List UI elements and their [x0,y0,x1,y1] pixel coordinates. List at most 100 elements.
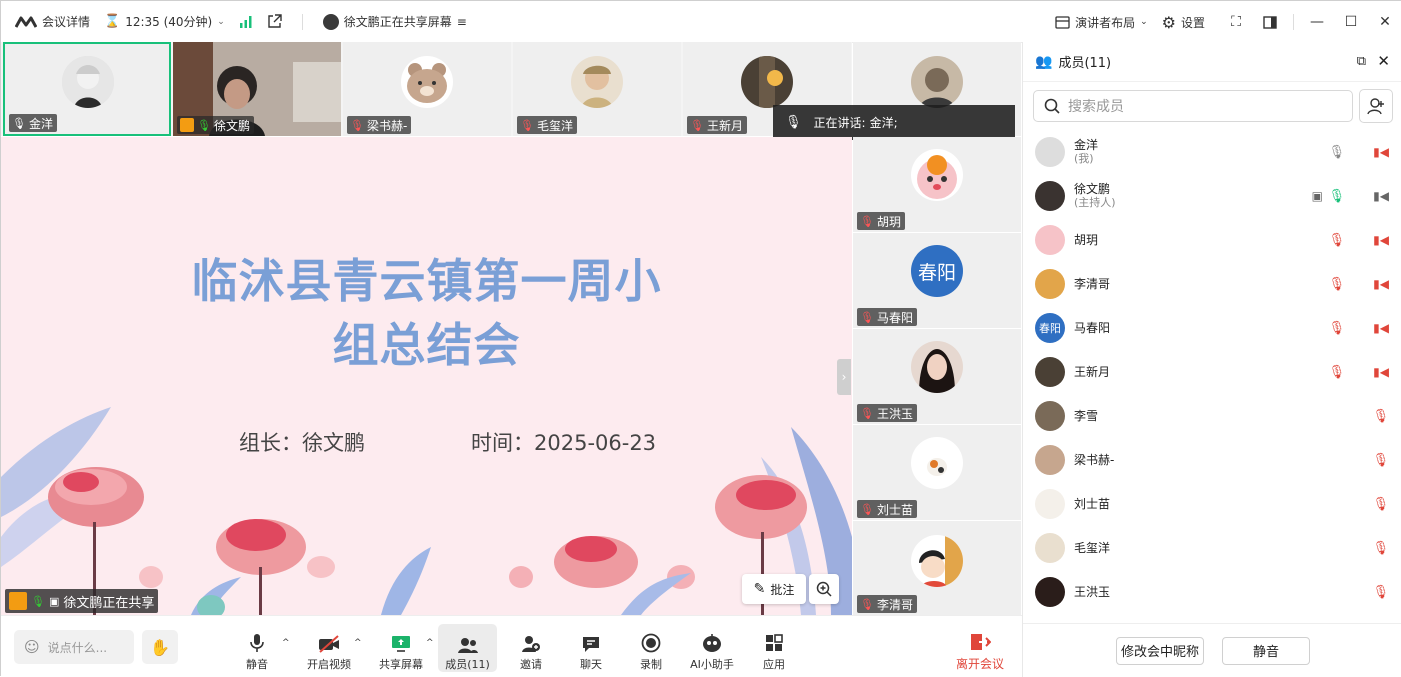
mic-off-icon[interactable]: 🎙 [1372,453,1389,468]
camera-off-icon[interactable]: ▮◀ [1373,145,1389,159]
member-row[interactable]: 刘士苗 🎙 [1023,482,1401,526]
maximize-button[interactable]: ☐ [1334,9,1368,35]
mute-all-button[interactable]: 静音 [1222,636,1310,665]
close-button[interactable]: ✕ [1368,9,1401,35]
participant-tile[interactable]: 🎙 徐文鹏 [173,42,341,136]
mic-off-icon[interactable]: 🎙 [1328,233,1345,248]
participant-name-tag: 🎙 徐文鹏 [177,116,254,134]
camera-off-icon[interactable]: ▮◀ [1373,321,1389,335]
member-avatar [1035,269,1065,299]
layout-button[interactable]: 演讲者布局 ⌄ [1055,14,1148,31]
quick-chat-input[interactable]: ☺ 说点什么... [14,630,134,664]
ai-assistant-icon [703,634,721,652]
participant-tile[interactable]: 🎙 刘士苗 [853,425,1021,520]
member-row[interactable]: 王新月 🎙 ▮◀ [1023,350,1401,394]
ai-assistant-button[interactable]: AI小助手 [687,624,737,672]
apps-button[interactable]: 应用 [756,624,792,672]
avatar-text: 春阳 [917,261,956,284]
member-search-input[interactable]: 搜索成员 [1033,90,1353,122]
mic-off-icon[interactable]: 🎙 [1372,409,1389,424]
fullscreen-button[interactable]: ⛶ [1219,9,1253,35]
member-avatar: 春阳 [1035,313,1065,343]
external-link-icon[interactable] [267,14,282,29]
member-row[interactable]: 王洪玉 🎙 [1023,570,1401,614]
tencent-meeting-logo-icon [15,16,37,28]
mic-on-icon: 🎙 [31,594,45,608]
close-icon[interactable]: ✕ [1377,52,1390,70]
rename-label: 修改会中昵称 [1120,645,1199,660]
video-button[interactable]: 开启视频 [305,624,353,672]
chevron-up-icon[interactable]: ^ [354,638,362,648]
chevron-up-icon[interactable]: ^ [426,638,434,648]
invite-member-button[interactable] [1359,89,1393,123]
camera-on-icon[interactable]: ▮◀ [1373,189,1389,203]
member-row[interactable]: 毛玺洋 🎙 [1023,526,1401,570]
participant-tile[interactable]: 春阳 🎙 马春阳 [853,233,1021,328]
maximize-icon: ☐ [1344,14,1358,30]
mic-off-icon[interactable]: 🎙 [1372,497,1389,512]
mic-off-icon[interactable]: 🎙 [1328,321,1345,336]
mic-on-icon[interactable]: 🎙 [1328,189,1345,204]
member-row[interactable]: 梁书赫- 🎙 [1023,438,1401,482]
zoom-button[interactable] [809,574,839,604]
minimize-button[interactable]: — [1300,9,1334,35]
chevron-up-icon[interactable]: ^ [282,638,290,648]
participant-tile[interactable]: 🎙 梁书赫- [343,42,511,136]
sidebar-toggle-button[interactable] [1253,9,1287,35]
member-name: 刘士苗 [1074,497,1111,511]
popout-icon[interactable]: ⧉ [1357,54,1366,69]
chat-button[interactable]: 聊天 [573,624,609,672]
member-name: 王洪玉 [1074,585,1111,599]
member-row[interactable]: 徐文鹏 (主持人) 🎙 ▮◀ ▣ [1023,174,1401,218]
member-row[interactable]: 李清哥 🎙 ▮◀ [1023,262,1401,306]
member-row[interactable]: 春阳 马春阳 🎙 ▮◀ [1023,306,1401,350]
mic-off-icon[interactable]: 🎙 [1372,585,1389,600]
mic-off-icon: 🎙 [860,214,874,228]
member-avatar-text: 春阳 [1039,322,1061,335]
mic-on-icon[interactable]: 🎙 [1328,145,1345,160]
member-name-block: 马春阳 [1074,321,1110,335]
mic-off-icon[interactable]: 🎙 [1328,277,1345,292]
camera-off-icon[interactable]: ▮◀ [1373,365,1389,379]
participant-tile[interactable]: 🎙 李清哥 [853,521,1021,615]
member-avatar [1035,357,1065,387]
sharing-status[interactable]: 徐文鹏正在共享屏幕 ≡ [322,13,467,30]
member-row[interactable]: 金洋 (我) 🎙 ▮◀ [1023,130,1401,174]
collapse-side-button[interactable]: › [837,359,851,395]
speaking-label: 正在讲话: [813,116,866,130]
annotate-button[interactable]: ✎ 批注 [742,574,806,604]
camera-off-icon[interactable]: ▮◀ [1373,277,1389,291]
settings-button[interactable]: ⚙ 设置 [1162,13,1205,32]
sidebar-icon [1263,15,1277,29]
hourglass-icon: ⌛ [104,14,121,29]
participant-tile[interactable]: 🎙 胡玥 [853,137,1021,232]
mic-off-icon[interactable]: 🎙 [1372,541,1389,556]
share-screen-button[interactable]: 共享屏幕 [377,624,425,672]
participant-tile[interactable]: 🎙 毛玺洋 [513,42,681,136]
mic-off-icon[interactable]: 🎙 [1328,365,1345,380]
leave-meeting-button[interactable]: 离开会议 [953,624,1007,672]
microphone-icon [250,634,264,652]
screen-share-icon [392,636,410,652]
avatar [911,437,963,489]
participant-tile[interactable]: 🎙 王洪玉 [853,329,1021,424]
members-button[interactable]: 成员(11) [438,624,497,672]
avatar [741,56,793,108]
meeting-timer[interactable]: ⌛ 12:35 (40分钟) ⌄ [104,13,225,30]
raise-hand-button[interactable]: ✋ [142,630,178,664]
invite-button[interactable]: 邀请 [513,624,549,672]
member-avatar [1035,577,1065,607]
member-row[interactable]: 胡玥 🎙 ▮◀ [1023,218,1401,262]
meeting-info-button[interactable]: 会议详情 [15,13,90,30]
signal-icon[interactable] [239,15,253,29]
rename-button[interactable]: 修改会中昵称 [1116,636,1204,665]
participant-tile[interactable]: 🎙 金洋 [3,42,171,136]
mute-button[interactable]: 静音 [239,624,275,672]
camera-off-icon[interactable]: ▮◀ [1373,233,1389,247]
member-avatar [1035,181,1065,211]
member-row[interactable]: 李雪 🎙 [1023,394,1401,438]
member-name: 毛玺洋 [1074,541,1111,555]
record-button[interactable]: 录制 [633,624,669,672]
member-avatar [1035,489,1065,519]
emoji-icon: ☺ [24,638,40,656]
